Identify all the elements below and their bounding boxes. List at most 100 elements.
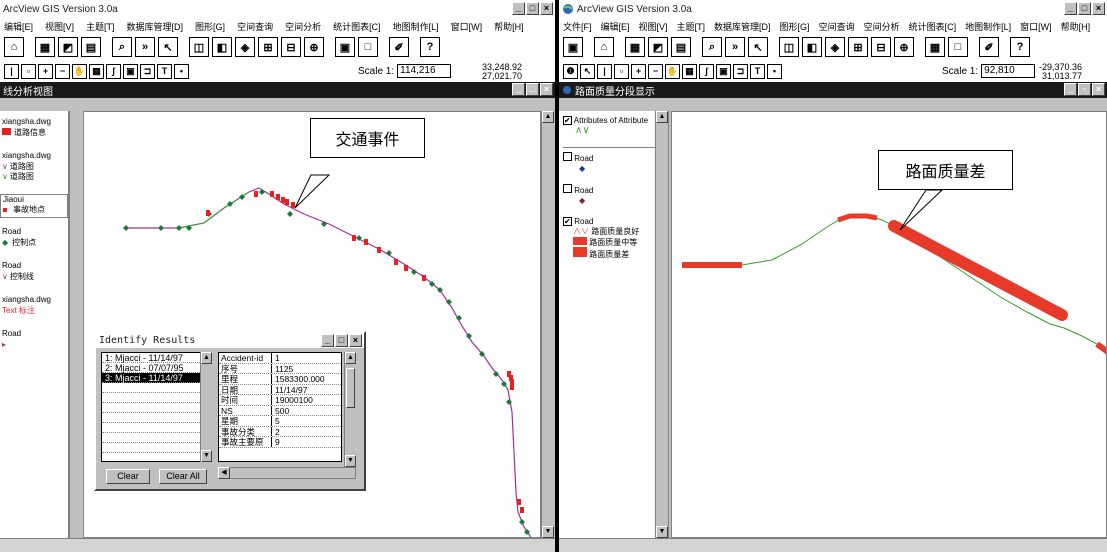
menu-item[interactable]: 数据库管理[D]: [714, 20, 771, 33]
chart-icon[interactable]: ✐: [389, 37, 409, 57]
scroll-up-arrow[interactable]: ▲: [345, 352, 356, 364]
legend-icon[interactable]: ◩: [648, 37, 668, 57]
maximize-button[interactable]: □: [526, 2, 539, 15]
zoom-selected-icon[interactable]: ◈: [235, 37, 255, 57]
scroll-thumb[interactable]: [346, 368, 355, 408]
hotlink-tool-icon[interactable]: ∫: [106, 63, 121, 79]
view-close-button[interactable]: ×: [540, 83, 553, 96]
identify-maximize-button[interactable]: □: [335, 334, 348, 347]
text-tool-icon[interactable]: T: [157, 63, 172, 79]
scroll-down-arrow[interactable]: ▼: [345, 455, 356, 467]
toc-theme-attributes[interactable]: ✔ Attributes of Attribute ∧∨: [563, 116, 663, 148]
menu-item[interactable]: 地图制作[L]: [965, 20, 1011, 33]
table-icon[interactable]: ▤: [671, 37, 691, 57]
scroll-down-arrow[interactable]: ▼: [542, 526, 554, 538]
view-close-button[interactable]: ×: [1092, 83, 1105, 96]
pan-tool-icon[interactable]: ✋: [72, 63, 87, 79]
callout-tool-icon[interactable]: ⊐: [733, 63, 748, 79]
close-button[interactable]: ×: [540, 2, 553, 15]
callout-tool-icon[interactable]: ⊐: [140, 63, 155, 79]
layout-icon[interactable]: ▣: [335, 37, 355, 57]
menu-item[interactable]: 统计图表[C]: [333, 20, 381, 33]
clear-all-button[interactable]: Clear All: [159, 469, 207, 484]
maximize-button[interactable]: □: [1078, 2, 1091, 15]
scale-input[interactable]: 114,216: [397, 64, 452, 78]
view-minimize-button[interactable]: _: [512, 83, 525, 96]
frame-icon[interactable]: □: [948, 37, 968, 57]
pan-tool-icon[interactable]: ✋: [665, 63, 680, 79]
identify-list-item[interactable]: 3: Mjacci - 11/14/97: [102, 373, 206, 383]
text-tool-icon[interactable]: T: [750, 63, 765, 79]
toc-theme-name[interactable]: xiangsha.dwg: [2, 295, 51, 305]
theme-props-icon[interactable]: ◩: [58, 37, 78, 57]
close-button[interactable]: ×: [1092, 2, 1105, 15]
identify-close-button[interactable]: ×: [349, 334, 362, 347]
zoom-active-icon[interactable]: ◧: [212, 37, 232, 57]
menu-item[interactable]: 编辑[E]: [4, 20, 33, 33]
menu-item[interactable]: 编辑[E]: [601, 20, 630, 33]
view-minimize-button[interactable]: _: [1064, 83, 1077, 96]
table-horizontal-scrollbar[interactable]: ◀: [218, 467, 356, 479]
minimize-button[interactable]: _: [512, 2, 525, 15]
identify-list-item[interactable]: 2: Mjacci - 07/07/95: [102, 363, 206, 373]
vertex-tool-icon[interactable]: ▫: [614, 63, 629, 79]
frame-icon[interactable]: □: [358, 37, 378, 57]
zoom-full-icon[interactable]: ◫: [779, 37, 799, 57]
measure-tool-icon[interactable]: ▦: [89, 63, 104, 79]
find-icon[interactable]: ⌕: [702, 37, 722, 57]
menu-item[interactable]: 帮助[H]: [494, 20, 524, 33]
zoom-full-icon[interactable]: ◫: [189, 37, 209, 57]
toc-active-theme[interactable]: Jiaoui 事故地点: [0, 194, 68, 218]
zoom-in-icon[interactable]: ⊞: [258, 37, 278, 57]
label-tool-icon[interactable]: ▣: [123, 63, 138, 79]
add-theme-icon[interactable]: ⌂: [594, 37, 614, 57]
menu-item[interactable]: 图形[G]: [780, 20, 810, 33]
pointer-tool-icon[interactable]: ↖: [580, 63, 595, 79]
menu-item[interactable]: 统计图表[C]: [909, 20, 957, 33]
menu-item[interactable]: 空间分析: [864, 20, 900, 33]
menu-item[interactable]: 地图制作[L]: [393, 20, 439, 33]
toc-theme-name[interactable]: Road: [2, 329, 21, 339]
theme-checkbox[interactable]: ✔: [563, 116, 572, 125]
scroll-left-arrow[interactable]: ◀: [218, 467, 230, 479]
measure-tool-icon[interactable]: ▦: [682, 63, 697, 79]
scale-input[interactable]: 92,810: [981, 64, 1036, 78]
theme-checkbox[interactable]: ✔: [563, 217, 572, 226]
zoom-selected-icon[interactable]: ◈: [825, 37, 845, 57]
table-scrollbar[interactable]: ▲ ▼: [344, 352, 356, 467]
scroll-down-arrow[interactable]: ▼: [201, 450, 212, 462]
toc-scrollbar[interactable]: ▲ ▼: [655, 111, 668, 538]
dot-tool-icon[interactable]: •: [767, 63, 782, 79]
left-table-of-contents[interactable]: xiangsha.dwg 道路信息 xiangsha.dwg ∨ 道路图 ∨ 道路图…: [0, 111, 70, 538]
view-restore-button[interactable]: ▫: [1078, 83, 1091, 96]
label-tool-icon[interactable]: ▣: [716, 63, 731, 79]
pointer-tool-icon[interactable]: •: [174, 63, 189, 79]
select-icon[interactable]: ↖: [158, 37, 178, 57]
chart-icon[interactable]: ✐: [979, 37, 999, 57]
scroll-down-arrow[interactable]: ▼: [656, 526, 668, 538]
toc-theme-name[interactable]: xiangsha.dwg: [2, 117, 51, 127]
menu-item[interactable]: 图形[G]: [195, 20, 225, 33]
zoom-prev-icon[interactable]: ⊕: [304, 37, 324, 57]
menu-item[interactable]: 空间分析: [285, 20, 321, 33]
toc-theme-road-1[interactable]: Road ◆: [563, 152, 593, 174]
menu-item[interactable]: 视图[V]: [639, 20, 668, 33]
theme-checkbox[interactable]: [563, 152, 572, 161]
find-icon[interactable]: ⌕: [112, 37, 132, 57]
menu-item[interactable]: 空间查询: [819, 20, 855, 33]
list-scrollbar[interactable]: ▲ ▼: [200, 352, 212, 462]
menu-item[interactable]: 文件[F]: [563, 20, 592, 33]
identify-tool-icon[interactable]: |: [4, 63, 19, 79]
zoom-active-icon[interactable]: ◧: [802, 37, 822, 57]
zoomin-tool-icon[interactable]: +: [631, 63, 646, 79]
vertex-tool-icon[interactable]: ▫: [21, 63, 36, 79]
zoomin-tool-icon[interactable]: +: [38, 63, 53, 79]
select-icon[interactable]: ↖: [748, 37, 768, 57]
theme-checkbox[interactable]: [563, 184, 572, 193]
menu-item[interactable]: 主题[T]: [86, 20, 115, 33]
table-icon[interactable]: ▤: [81, 37, 101, 57]
zoomout-tool-icon[interactable]: −: [648, 63, 663, 79]
add-theme-icon[interactable]: ▦: [35, 37, 55, 57]
hotlink-tool-icon[interactable]: ∫: [699, 63, 714, 79]
toc-theme-road-3[interactable]: ✔ Road: [563, 217, 593, 227]
